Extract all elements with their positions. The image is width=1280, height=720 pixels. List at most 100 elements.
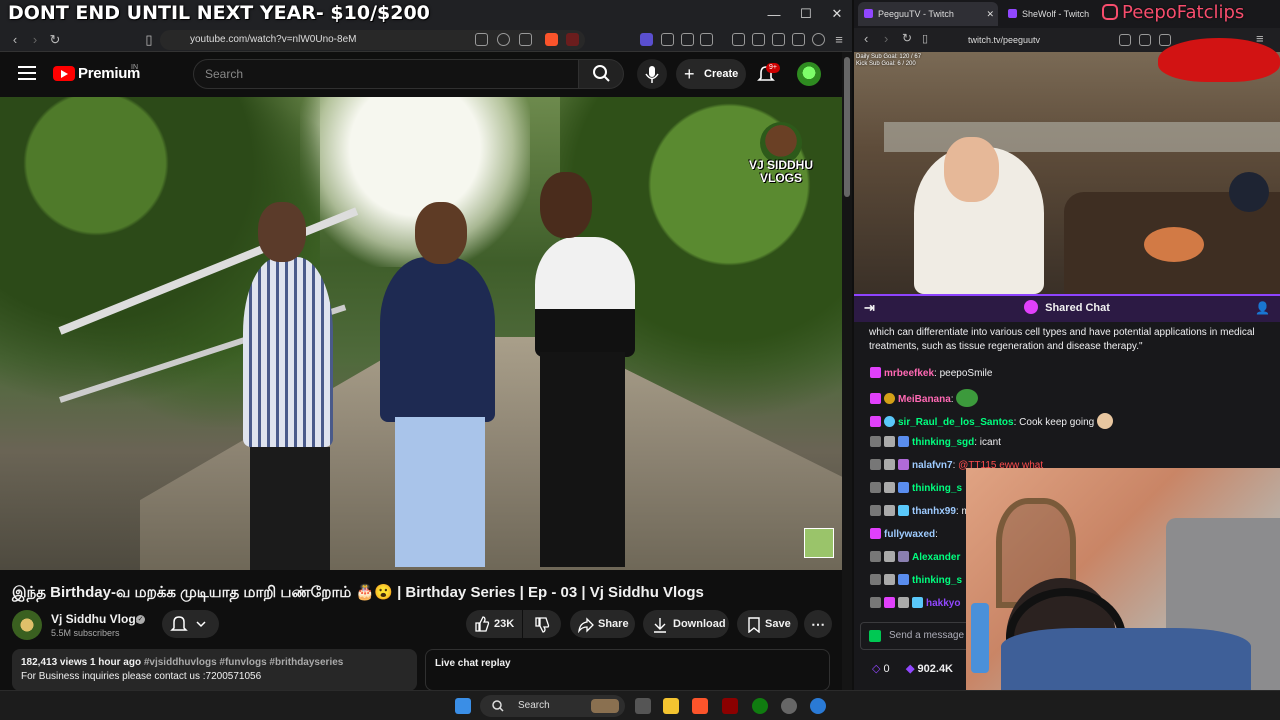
channel-watermark-icon[interactable] (804, 528, 834, 558)
file-explorer-icon[interactable] (663, 698, 679, 714)
video-player[interactable]: VJ SIDDHU VLOGS (0, 97, 842, 570)
search-icon (593, 65, 610, 82)
save-button[interactable]: Save (737, 610, 798, 638)
youtube-header: Premium IN Search + Create 9+ (0, 52, 852, 96)
description-box[interactable]: 182,413 views 1 hour ago #vjsiddhuvlogs … (12, 649, 417, 691)
tab-peeguutv[interactable]: PeeguuTV - Twitch ✕ (858, 2, 998, 26)
chat-username[interactable]: thinking_s (912, 575, 962, 586)
vpn-icon[interactable] (812, 33, 825, 46)
download-button[interactable]: Download (643, 610, 729, 638)
chat-settings-icon[interactable] (869, 630, 881, 642)
menu-icon[interactable]: ≡ (830, 31, 848, 49)
reload-icon[interactable]: ↻ (902, 31, 912, 45)
points-value: 0 (883, 663, 890, 675)
account-avatar[interactable] (797, 62, 821, 86)
chat-line: sir_Raul_de_los_Santos: Cook keep going (870, 413, 1116, 429)
chat-username[interactable]: nalafvn7 (912, 460, 953, 471)
back-icon[interactable]: ‹ (864, 31, 868, 46)
channel-points[interactable]: ◇ 0 (872, 662, 890, 675)
extension-icon[interactable] (661, 33, 674, 46)
forward-icon[interactable]: › (26, 31, 44, 49)
more-actions-icon[interactable]: ⋯ (804, 610, 832, 638)
chat-username[interactable]: thinking_sgd (912, 437, 974, 448)
share-button[interactable]: Share (570, 610, 635, 638)
brave-shield-icon[interactable] (545, 33, 558, 46)
url-field[interactable]: twitch.tv/peeguutv (940, 30, 1110, 50)
xbox-icon[interactable] (752, 698, 768, 714)
taskbar-search[interactable]: Search (480, 695, 625, 717)
share-page-icon[interactable] (519, 33, 532, 46)
extension-icon[interactable] (640, 33, 653, 46)
zoom-icon[interactable] (497, 33, 510, 46)
minimize-icon[interactable]: — (758, 0, 790, 28)
windows-start-icon[interactable] (455, 698, 471, 714)
chat-username[interactable]: thinking_s (912, 483, 962, 494)
close-tab-icon[interactable]: ✕ (986, 2, 994, 26)
download-icon[interactable] (772, 33, 785, 46)
youtube-logo-icon[interactable] (53, 66, 75, 81)
chat-message-continued: which can differentiate into various cel… (869, 327, 1255, 352)
chat-username[interactable]: MeiBanana (898, 394, 951, 405)
screen-icon[interactable] (475, 33, 488, 46)
chat-input[interactable]: Send a message (860, 622, 970, 650)
task-view-icon[interactable] (635, 698, 651, 714)
sidebar-icon[interactable] (1159, 34, 1171, 46)
users-icon[interactable]: 👤 (1255, 296, 1270, 320)
leo-icon[interactable] (792, 33, 805, 46)
hamburger-menu-icon[interactable] (18, 66, 36, 80)
channel-name[interactable]: Vj Siddhu Vlogs (51, 612, 142, 626)
save-label: Save (765, 618, 791, 630)
sub-badge-icon (898, 597, 909, 608)
logo-region: IN (131, 64, 138, 71)
search-button[interactable] (578, 59, 624, 89)
brave-browser-icon[interactable] (692, 698, 708, 714)
tool-badge-icon (870, 574, 881, 585)
media-icon[interactable] (732, 33, 745, 46)
bookmark-icon[interactable]: ▯ (140, 31, 158, 49)
wallet-icon[interactable] (700, 33, 713, 46)
app-icon[interactable] (722, 698, 738, 714)
forward-icon[interactable]: › (884, 31, 888, 46)
app-icon[interactable] (810, 698, 826, 714)
close-icon[interactable]: ✕ (821, 0, 853, 28)
chat-username[interactable]: thanhx99 (912, 506, 956, 517)
verified-icon: ✓ (136, 615, 145, 624)
page-scrollbar[interactable] (842, 52, 852, 690)
puzzle-icon[interactable] (681, 33, 694, 46)
thumbs-up-icon (475, 616, 490, 632)
scrollbar-thumb[interactable] (844, 57, 850, 197)
tab-shewolf[interactable]: SheWolf - Twitch (1002, 2, 1098, 26)
twitch-stream-player[interactable]: Daily Sub Goal: 120 / 67 Kick Sub Goal: … (854, 52, 1280, 294)
extension-icon[interactable] (1139, 34, 1151, 46)
collapse-chat-icon[interactable]: ⇥ (864, 296, 875, 320)
channel-avatar[interactable] (12, 610, 42, 640)
chat-username[interactable]: fullywaxed (884, 529, 935, 540)
instagram-icon (1102, 4, 1118, 20)
bits-count[interactable]: ◆ 902.4K (906, 662, 953, 675)
dislike-button[interactable] (523, 610, 561, 638)
kick-sub-goal: Kick Sub Goal: 6 / 200 (856, 61, 916, 67)
create-button[interactable]: + Create (676, 59, 746, 89)
search-input[interactable]: Search (193, 59, 579, 89)
chat-username[interactable]: Alexander (912, 552, 960, 563)
like-button[interactable]: 23K (466, 610, 522, 638)
back-icon[interactable]: ‹ (6, 31, 24, 49)
person-left-head (258, 202, 306, 262)
rewards-icon[interactable] (566, 33, 579, 46)
chat-username[interactable]: mrbeefkek (884, 368, 934, 379)
chat-username[interactable]: sir_Raul_de_los_Santos (898, 417, 1014, 428)
extension-icon[interactable] (1119, 34, 1131, 46)
sidebar-icon[interactable] (752, 33, 765, 46)
maximize-icon[interactable]: ☐ (790, 0, 822, 28)
reload-icon[interactable]: ↻ (46, 31, 64, 49)
hashtags[interactable]: #vjsiddhuvlogs #funvlogs #brithdayseries (144, 657, 344, 668)
live-chat-replay-panel[interactable]: Live chat replay (425, 649, 830, 691)
chat-line: mrbeefkek: peepoSmile (870, 367, 992, 379)
settings-icon[interactable] (781, 698, 797, 714)
subscribed-button[interactable] (162, 610, 219, 638)
voice-search-button[interactable] (637, 59, 667, 89)
sub-badge-icon (884, 436, 895, 447)
bookmark-icon[interactable]: ▯ (922, 32, 928, 45)
chat-username[interactable]: hakkyo (926, 598, 960, 609)
tool-badge-icon (870, 482, 881, 493)
